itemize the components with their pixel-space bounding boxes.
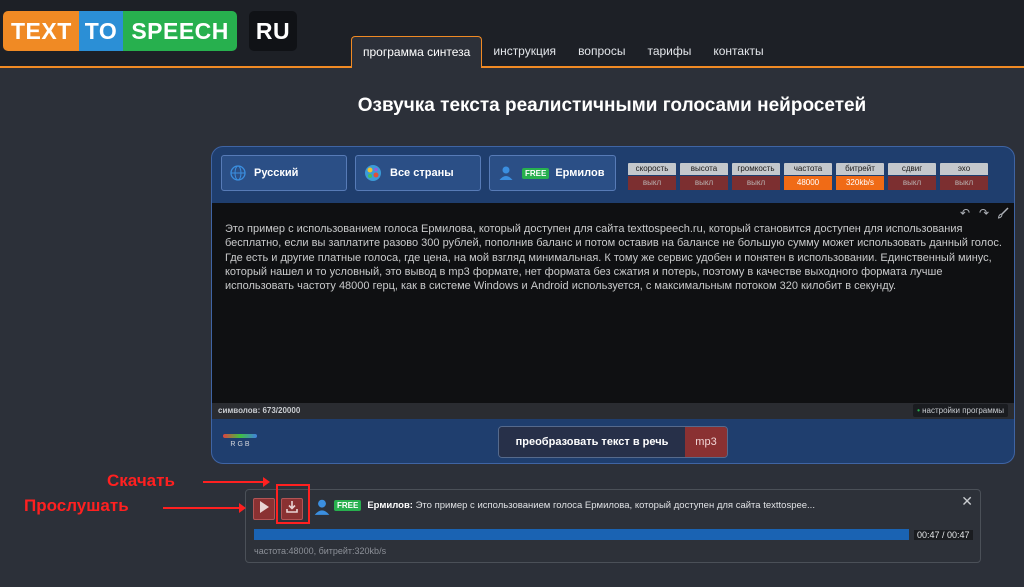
param-pitch[interactable]: высота выкл bbox=[680, 163, 728, 190]
logo-part-ru: RU bbox=[248, 11, 298, 51]
param-label: сдвиг bbox=[888, 163, 936, 175]
brush-icon[interactable] bbox=[996, 206, 1010, 220]
param-value: выкл bbox=[628, 176, 676, 190]
annotation-highlight-box bbox=[276, 484, 310, 524]
editor-toolbar: ↶ ↷ bbox=[958, 206, 1010, 220]
close-icon[interactable]: ✕ bbox=[961, 493, 973, 510]
annotation-arrow-download bbox=[203, 477, 270, 487]
globe-icon bbox=[230, 165, 246, 181]
param-speed[interactable]: скорость выкл bbox=[628, 163, 676, 190]
player-snippet: Это пример с использованием голоса Ермил… bbox=[415, 500, 815, 511]
annotation-listen: Прослушать bbox=[24, 496, 129, 515]
param-value: выкл bbox=[888, 176, 936, 190]
param-volume[interactable]: громкость выкл bbox=[732, 163, 780, 190]
synthesis-panel: Русский Все страны FREE Ермилов скорость… bbox=[211, 146, 1015, 464]
audio-player: FREE Ермилов: Это пример с использованием… bbox=[245, 489, 981, 563]
page-title: Озвучка текста реалистичными голосами не… bbox=[357, 95, 867, 116]
param-value: выкл bbox=[732, 176, 780, 190]
tab-pricing[interactable]: тарифы bbox=[636, 36, 702, 66]
voice-select[interactable]: FREE Ермилов bbox=[489, 155, 616, 191]
rgb-toggle[interactable]: RGB bbox=[223, 434, 259, 448]
country-select[interactable]: Все страны bbox=[355, 155, 481, 191]
play-button[interactable] bbox=[253, 498, 275, 520]
param-value: 48000 bbox=[784, 176, 832, 190]
audio-info: частота:48000, битрейт:320kb/s bbox=[254, 546, 387, 556]
player-voice: Ермилов: bbox=[367, 500, 413, 511]
free-badge: FREE bbox=[334, 500, 362, 511]
tab-questions[interactable]: вопросы bbox=[567, 36, 636, 66]
logo-part-text: TEXT bbox=[3, 11, 79, 51]
format-selector[interactable]: mp3 bbox=[685, 427, 727, 457]
dot-icon: • bbox=[917, 406, 920, 415]
site-logo[interactable]: TEXT TO SPEECH RU bbox=[3, 11, 298, 51]
progress-fill bbox=[254, 529, 909, 540]
param-echo[interactable]: эхо выкл bbox=[940, 163, 988, 190]
convert-button[interactable]: преобразовать текст в речь mp3 bbox=[498, 426, 728, 458]
free-badge: FREE bbox=[522, 167, 550, 179]
param-label: эхо bbox=[940, 163, 988, 175]
editor-text[interactable]: Это пример с использованием голоса Ермил… bbox=[225, 222, 1007, 293]
param-frequency[interactable]: частота 48000 bbox=[784, 163, 832, 190]
editor-status-bar: символов: 673/20000 • настройки программ… bbox=[212, 403, 1014, 419]
param-label: скорость bbox=[628, 163, 676, 175]
site-header: TEXT TO SPEECH RU программа синтеза инст… bbox=[0, 0, 1024, 68]
progress-bar[interactable] bbox=[254, 529, 909, 540]
redo-icon[interactable]: ↷ bbox=[977, 206, 991, 220]
country-label: Все страны bbox=[390, 167, 454, 179]
player-title: FREE Ермилов: Это пример с использованием… bbox=[334, 500, 815, 511]
char-count: символов: 673/20000 bbox=[218, 406, 301, 415]
voice-label: Ермилов bbox=[555, 167, 605, 179]
world-map-icon bbox=[364, 164, 382, 182]
param-shift[interactable]: сдвиг выкл bbox=[888, 163, 936, 190]
play-icon bbox=[259, 500, 269, 518]
rgb-bar bbox=[223, 434, 257, 438]
language-label: Русский bbox=[254, 167, 299, 179]
time-display: 00:47 / 00:47 bbox=[914, 530, 973, 540]
param-label: высота bbox=[680, 163, 728, 175]
logo-part-speech: SPEECH bbox=[123, 11, 237, 51]
language-select[interactable]: Русский bbox=[221, 155, 347, 191]
main-nav: программа синтеза инструкция вопросы тар… bbox=[351, 36, 775, 68]
user-icon bbox=[313, 498, 331, 521]
convert-label: преобразовать текст в речь bbox=[499, 427, 685, 457]
param-label: громкость bbox=[732, 163, 780, 175]
rgb-label: RGB bbox=[230, 441, 252, 448]
user-icon bbox=[498, 165, 514, 181]
param-value: 320kb/s bbox=[836, 176, 884, 190]
param-value: выкл bbox=[680, 176, 728, 190]
settings-link[interactable]: • настройки программы bbox=[913, 404, 1008, 417]
param-bitrate[interactable]: битрейт 320kb/s bbox=[836, 163, 884, 190]
text-editor[interactable]: ↶ ↷ Это пример с использованием голоса Е… bbox=[212, 203, 1014, 403]
tab-contacts[interactable]: контакты bbox=[702, 36, 774, 66]
annotation-arrow-listen bbox=[163, 503, 246, 513]
param-label: частота bbox=[784, 163, 832, 175]
param-label: битрейт bbox=[836, 163, 884, 175]
annotation-download: Скачать bbox=[107, 471, 175, 490]
tab-instructions[interactable]: инструкция bbox=[482, 36, 567, 66]
undo-icon[interactable]: ↶ bbox=[958, 206, 972, 220]
tab-synthesis[interactable]: программа синтеза bbox=[351, 36, 483, 68]
settings-label: настройки программы bbox=[922, 406, 1004, 415]
logo-part-to: TO bbox=[78, 11, 124, 51]
param-value: выкл bbox=[940, 176, 988, 190]
